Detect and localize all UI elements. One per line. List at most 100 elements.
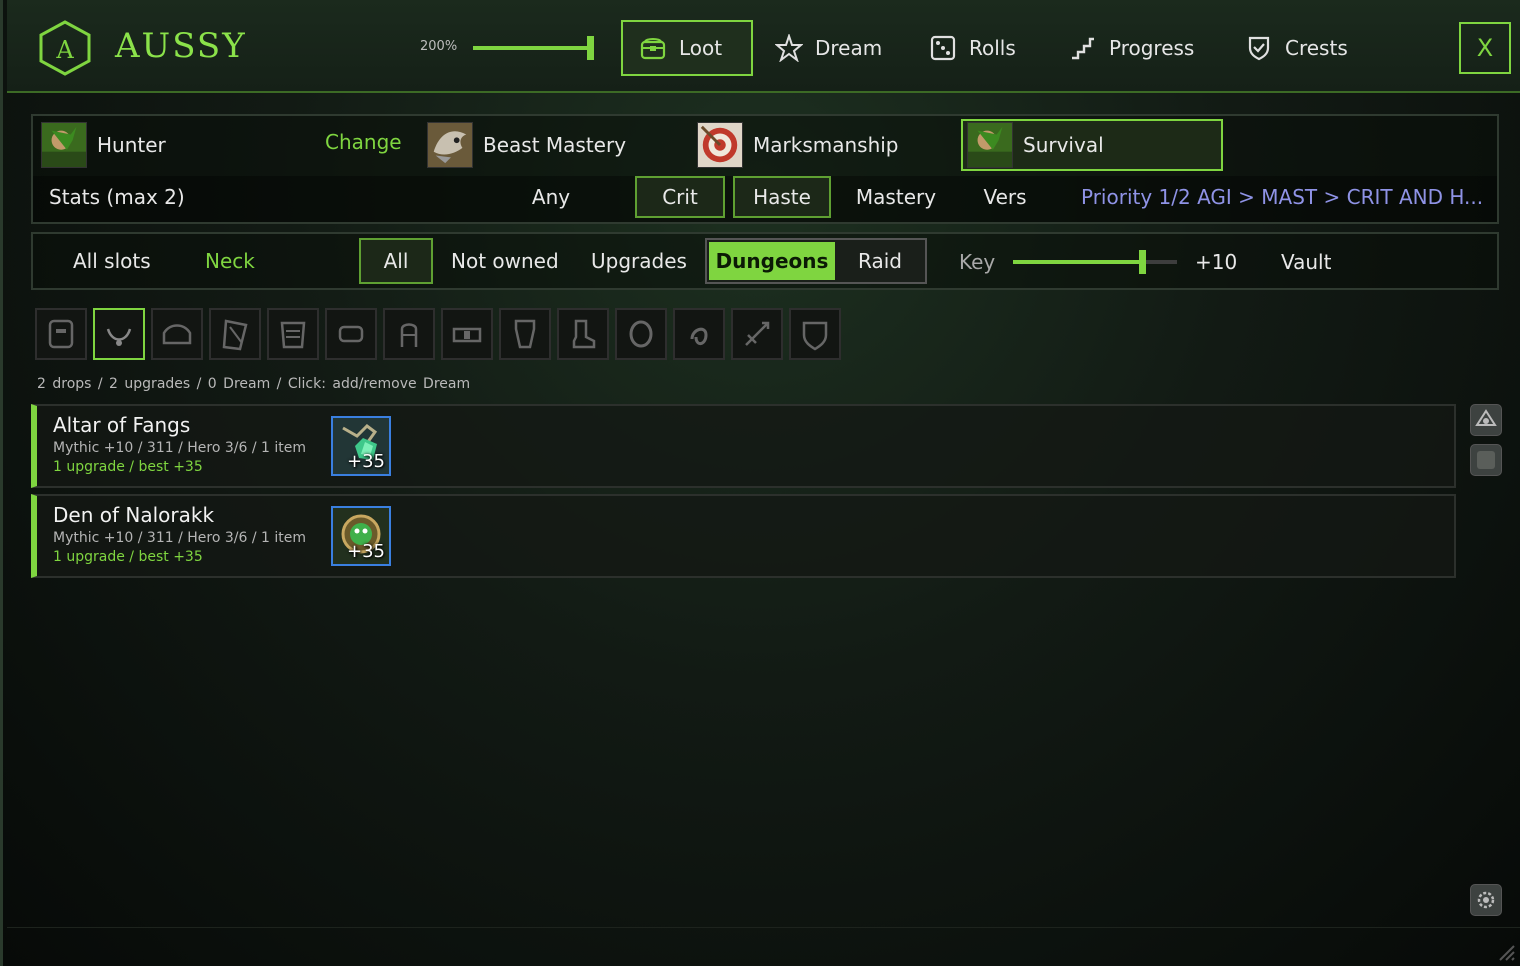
source-name: Den of Nalorakk xyxy=(53,503,215,527)
zoom-slider-fill[interactable] xyxy=(473,46,591,50)
key-slider-fill[interactable] xyxy=(1013,260,1141,264)
shoulder-icon xyxy=(162,324,192,345)
toggle-dungeons[interactable]: Dungeons xyxy=(709,242,835,280)
filter-panel: All slots Neck All Not owned Upgrades Du… xyxy=(31,232,1499,290)
app-title: AUSSY xyxy=(115,26,247,66)
stat-mastery[interactable]: Mastery xyxy=(851,176,941,218)
slot-button-trinket[interactable] xyxy=(673,308,725,360)
source-upgrade: 1 upgrade / best +35 xyxy=(53,459,203,475)
stats-label: Stats (max 2) xyxy=(49,185,185,209)
filter-not-owned[interactable]: Not owned xyxy=(451,238,559,284)
side-eye-button[interactable] xyxy=(1470,404,1502,436)
change-class-link[interactable]: Change xyxy=(325,130,402,154)
blank-square-icon xyxy=(1477,451,1495,469)
tab-rolls[interactable]: Rolls xyxy=(929,20,1016,76)
slot-button-ring[interactable] xyxy=(615,308,667,360)
stat-haste[interactable]: Haste xyxy=(733,176,831,218)
slot-button-wrist[interactable] xyxy=(325,308,377,360)
slot-button-chest-armor[interactable] xyxy=(267,308,319,360)
tab-progress[interactable]: Progress xyxy=(1069,20,1194,76)
resize-grip-icon[interactable] xyxy=(1494,940,1516,962)
survival-icon xyxy=(967,122,1013,168)
tab-dream-label: Dream xyxy=(815,36,883,60)
stat-crit[interactable]: Crit xyxy=(635,176,725,218)
marksmanship-icon xyxy=(697,122,743,168)
stat-any[interactable]: Any xyxy=(511,176,591,218)
neck-icon xyxy=(106,328,132,346)
wrist-icon xyxy=(338,325,364,343)
all-slots-filter[interactable]: All slots xyxy=(73,238,151,284)
tab-crests[interactable]: Crests xyxy=(1245,20,1348,76)
tab-progress-label: Progress xyxy=(1109,36,1195,60)
key-slider-knob[interactable] xyxy=(1139,250,1146,274)
item-slot[interactable]: +35 xyxy=(331,416,391,476)
logo-letter: A xyxy=(55,36,74,64)
selected-slot-filter[interactable]: Neck xyxy=(205,238,255,284)
header-bar: A AUSSY 200% Loot Dream Rolls Progress C… xyxy=(7,0,1520,93)
slot-button-weapon[interactable] xyxy=(731,308,783,360)
spec-marksmanship[interactable]: Marksmanship xyxy=(697,119,899,171)
slot-button-cloak[interactable] xyxy=(209,308,261,360)
spec-beast-mastery[interactable]: Beast Mastery xyxy=(427,119,626,171)
helm-icon xyxy=(48,319,74,349)
belt-icon xyxy=(452,327,482,343)
star-icon xyxy=(775,34,803,62)
tab-loot-label: Loot xyxy=(679,36,723,60)
slot-button-legs[interactable] xyxy=(499,308,551,360)
logo-icon: A xyxy=(39,20,91,76)
toggle-raid[interactable]: Raid xyxy=(835,242,925,280)
zoom-value: 200% xyxy=(420,39,458,54)
source-row[interactable]: Den of Nalorakk Mythic +10 / 311 / Hero … xyxy=(31,494,1456,578)
slot-button-boots[interactable] xyxy=(557,308,609,360)
zoom-slider-knob[interactable] xyxy=(587,36,594,60)
slot-button-neck[interactable] xyxy=(93,308,145,360)
close-button[interactable]: X xyxy=(1459,22,1511,74)
slot-button-shoulder[interactable] xyxy=(151,308,203,360)
beast-mastery-icon xyxy=(427,122,473,168)
slot-button-belt[interactable] xyxy=(441,308,493,360)
key-value: +10 xyxy=(1195,250,1238,274)
filter-all[interactable]: All xyxy=(359,238,433,284)
spec-survival[interactable]: Survival xyxy=(961,119,1223,171)
boots-icon xyxy=(572,319,596,349)
class-name: Hunter xyxy=(97,133,166,157)
class-display: Hunter xyxy=(41,119,166,171)
slot-button-gloves[interactable] xyxy=(383,308,435,360)
cloak-icon xyxy=(222,319,248,351)
tab-loot[interactable]: Loot xyxy=(621,20,753,76)
key-label: Key xyxy=(959,250,996,274)
tab-rolls-label: Rolls xyxy=(969,36,1016,60)
settings-button[interactable] xyxy=(1470,884,1502,916)
stat-vers[interactable]: Vers xyxy=(973,176,1037,218)
item-upgrade-badge: +35 xyxy=(347,541,385,562)
vault-toggle[interactable]: Vault xyxy=(1281,250,1331,274)
spec-beast-mastery-label: Beast Mastery xyxy=(483,133,627,157)
hunter-icon xyxy=(41,122,87,168)
addon-window: A AUSSY 200% Loot Dream Rolls Progress C… xyxy=(0,0,1520,966)
footer-divider xyxy=(7,927,1520,928)
slot-button-helm[interactable] xyxy=(35,308,87,360)
item-slot[interactable]: +35 xyxy=(331,506,391,566)
source-toggle: Dungeons Raid xyxy=(705,238,927,284)
tab-dream[interactable]: Dream xyxy=(775,20,882,76)
slot-button-offhand[interactable] xyxy=(789,308,841,360)
chest-icon xyxy=(640,38,666,60)
dice-icon xyxy=(930,35,956,61)
source-row[interactable]: Altar of Fangs Mythic +10 / 311 / Hero 3… xyxy=(31,404,1456,488)
tab-crests-label: Crests xyxy=(1285,36,1348,60)
source-upgrade: 1 upgrade / best +35 xyxy=(53,549,203,565)
key-slider-track[interactable] xyxy=(1141,260,1177,264)
source-meta: Mythic +10 / 311 / Hero 3/6 / 1 item xyxy=(53,530,307,546)
filter-upgrades[interactable]: Upgrades xyxy=(591,238,687,284)
spec-marksmanship-label: Marksmanship xyxy=(753,133,899,157)
stats-row: Stats (max 2) Any Crit Haste Mastery Ver… xyxy=(33,176,1497,222)
stairs-icon xyxy=(1072,37,1094,60)
source-meta: Mythic +10 / 311 / Hero 3/6 / 1 item xyxy=(53,440,307,456)
spec-row: Hunter Change Beast Mastery Marksmanship… xyxy=(33,116,1497,176)
shield-check-icon xyxy=(1248,36,1270,61)
offhand-icon xyxy=(802,321,828,351)
stat-priority[interactable]: Priority 1/2 AGI > MAST > CRIT AND H... xyxy=(1081,185,1483,209)
spec-panel: Hunter Change Beast Mastery Marksmanship… xyxy=(31,114,1499,224)
weapon-icon xyxy=(745,321,770,346)
side-square-button[interactable] xyxy=(1470,444,1502,476)
